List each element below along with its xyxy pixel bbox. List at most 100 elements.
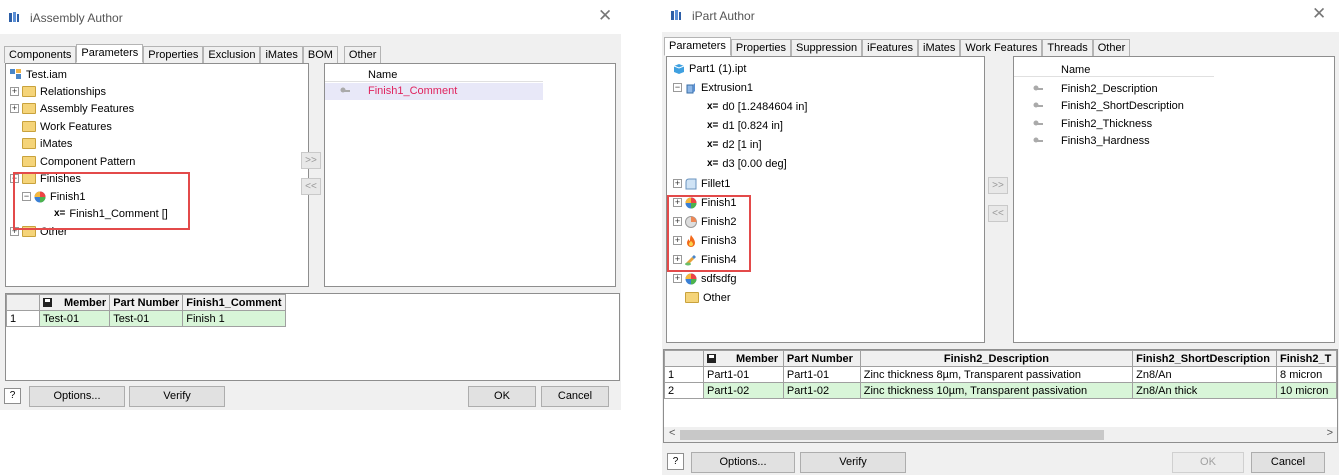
collapse-icon[interactable]: − — [673, 83, 682, 92]
cell-part-number[interactable]: Test-01 — [109, 310, 184, 327]
member-table: Member Part Number Finish2_Description F… — [663, 349, 1338, 443]
tree-item-work-features[interactable]: Work Features — [22, 118, 112, 135]
table-row[interactable]: 2 Part1-02 Part1-02 Zinc thickness 10µm,… — [664, 382, 1337, 399]
folder-icon — [22, 121, 36, 132]
move-right-button[interactable]: >> — [301, 152, 321, 169]
expand-icon[interactable]: + — [10, 87, 19, 96]
column-header-finish2-thickness[interactable]: Finish2_T — [1276, 350, 1337, 367]
fillet-icon — [685, 178, 697, 189]
tab-work-features[interactable]: Work Features — [960, 39, 1043, 56]
expand-icon[interactable]: + — [673, 274, 682, 283]
options-button[interactable]: Options... — [29, 386, 125, 407]
cell-member[interactable]: Test-01 — [38, 310, 111, 327]
selected-item[interactable]: Finish1_Comment — [340, 85, 457, 97]
selected-item[interactable]: Finish2_ShortDescription — [1033, 100, 1184, 112]
selected-parameters-list[interactable]: Name Finish2_Description Finish2_ShortDe… — [1013, 56, 1335, 343]
tree-item-assembly-features[interactable]: + Assembly Features — [10, 100, 134, 117]
tab-suppression[interactable]: Suppression — [791, 39, 863, 56]
cell-finish1-comment[interactable]: Finish 1 — [182, 310, 286, 327]
verify-button[interactable]: Verify — [129, 386, 225, 407]
column-header-member[interactable]: Member — [703, 350, 784, 367]
cell-finish2-description[interactable]: Zinc thickness 8µm, Transparent passivat… — [859, 366, 1134, 383]
cell-finish2-thickness[interactable]: 10 micron — [1276, 382, 1337, 399]
cell-finish2-description[interactable]: Zinc thickness 10µm, Transparent passiva… — [859, 382, 1134, 399]
tree-item-extrusion1[interactable]: − Extrusion1 — [673, 79, 753, 96]
tab-properties[interactable]: Properties — [143, 46, 204, 63]
tab-parameters[interactable]: Parameters — [664, 37, 731, 56]
selected-item[interactable]: Finish2_Description — [1033, 83, 1158, 95]
expand-icon[interactable]: + — [10, 104, 19, 113]
column-header-finish1-comment[interactable]: Finish1_Comment — [182, 294, 286, 311]
table-row[interactable]: 1 Part1-01 Part1-01 Zinc thickness 8µm, … — [664, 366, 1337, 383]
scrollbar-thumb[interactable] — [680, 430, 1104, 440]
horizontal-scrollbar[interactable]: < > — [664, 427, 1337, 442]
column-header-part-number[interactable]: Part Number — [109, 294, 184, 311]
cell-finish2-shortdescription[interactable]: Zn8/An thick — [1132, 382, 1278, 399]
key-icon — [1033, 85, 1043, 91]
tree-item-d2[interactable]: x= d2 [1 in] — [707, 136, 762, 153]
cell-member[interactable]: Part1-01 — [703, 366, 784, 383]
tree-item-other[interactable]: Other — [685, 289, 731, 306]
tab-components[interactable]: Components — [4, 46, 77, 63]
close-icon[interactable]: ✕ — [1312, 4, 1326, 24]
tree-label: Work Features — [40, 120, 112, 133]
tab-bom[interactable]: BOM — [302, 46, 338, 63]
verify-button[interactable]: Verify — [800, 452, 906, 473]
row-index: 1 — [6, 310, 40, 327]
move-left-button[interactable]: << — [301, 178, 321, 195]
cell-member[interactable]: Part1-02 — [703, 382, 784, 399]
tree-item-d1[interactable]: x= d1 [0.824 in] — [707, 117, 783, 134]
ok-button[interactable]: OK — [468, 386, 536, 407]
selected-parameters-list[interactable]: Name Finish1_Comment — [324, 63, 616, 287]
tab-other[interactable]: Other — [1092, 39, 1131, 56]
options-button[interactable]: Options... — [691, 452, 795, 473]
tab-properties[interactable]: Properties — [730, 39, 791, 56]
cell-part-number[interactable]: Part1-02 — [782, 382, 861, 399]
name-column-header[interactable]: Name — [1061, 64, 1090, 76]
tab-imates[interactable]: iMates — [918, 39, 961, 56]
cell-finish2-shortdescription[interactable]: Zn8/An — [1132, 366, 1278, 383]
scroll-left-arrow[interactable]: < — [669, 427, 675, 439]
table-row[interactable]: 1 Test-01 Test-01 Finish 1 — [6, 310, 286, 327]
selected-item[interactable]: Finish2_Thickness — [1033, 118, 1152, 130]
tree-root[interactable]: Test.iam — [10, 66, 67, 83]
tab-parameters[interactable]: Parameters — [76, 44, 144, 63]
help-button[interactable]: ? — [4, 388, 21, 404]
folder-icon — [22, 156, 36, 167]
selected-label: Finish3_Hardness — [1061, 135, 1150, 147]
scroll-right-arrow[interactable]: > — [1327, 427, 1333, 439]
tree-item-component-pattern[interactable]: Component Pattern — [22, 153, 135, 170]
selected-item[interactable]: Finish3_Hardness — [1033, 135, 1150, 147]
move-right-button[interactable]: >> — [988, 177, 1008, 194]
tree-root-label: Part1 (1).ipt — [689, 62, 747, 75]
column-header-finish2-description[interactable]: Finish2_Description — [859, 350, 1134, 367]
close-icon[interactable]: ✕ — [598, 6, 612, 26]
tree-item-d3[interactable]: x= d3 [0.00 deg] — [707, 155, 787, 172]
column-header-part-number[interactable]: Part Number — [782, 350, 861, 367]
column-header-finish2-shortdescription[interactable]: Finish2_ShortDescription — [1132, 350, 1278, 367]
column-header-member[interactable]: Member — [38, 294, 111, 311]
cancel-button[interactable]: Cancel — [541, 386, 609, 407]
tree-label: Other — [703, 291, 731, 304]
cell-part-number[interactable]: Part1-01 — [782, 366, 861, 383]
tab-threads[interactable]: Threads — [1042, 39, 1093, 56]
help-button[interactable]: ? — [667, 453, 684, 470]
move-left-button[interactable]: << — [988, 205, 1008, 222]
tree-item-sdfsdfg[interactable]: + sdfsdfg — [673, 270, 736, 287]
tab-exclusion[interactable]: Exclusion — [203, 46, 261, 63]
ok-button[interactable]: OK — [1172, 452, 1244, 473]
tree-root[interactable]: Part1 (1).ipt — [673, 60, 746, 77]
expand-icon[interactable]: + — [673, 179, 682, 188]
tree-item-fillet1[interactable]: + Fillet1 — [673, 175, 730, 192]
row-index: 1 — [664, 366, 704, 383]
header-label: Member — [64, 296, 107, 309]
tab-imates[interactable]: iMates — [260, 46, 303, 63]
name-column-header[interactable]: Name — [368, 69, 397, 81]
tree-item-relationships[interactable]: + Relationships — [10, 83, 106, 100]
tree-item-d0[interactable]: x= d0 [1.2484604 in] — [707, 98, 807, 115]
tab-other[interactable]: Other — [343, 46, 382, 63]
cell-finish2-thickness[interactable]: 8 micron — [1276, 366, 1337, 383]
tree-item-imates[interactable]: iMates — [22, 135, 72, 152]
tab-ifeatures[interactable]: iFeatures — [862, 39, 919, 56]
cancel-button[interactable]: Cancel — [1251, 452, 1325, 473]
